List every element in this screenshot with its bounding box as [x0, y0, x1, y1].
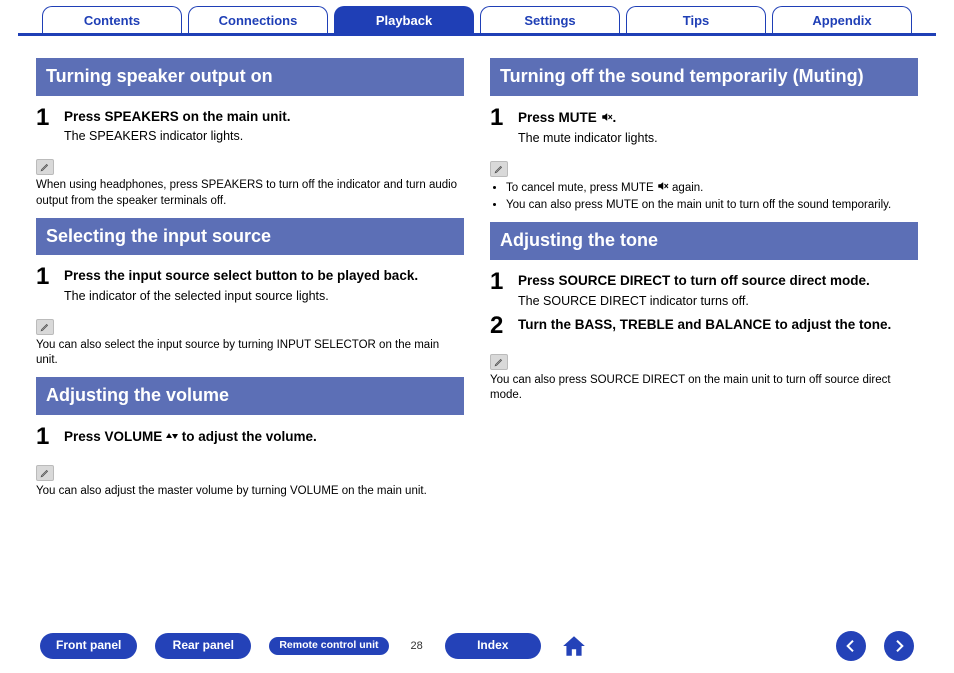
step-number: 1 — [36, 425, 54, 449]
step-number: 1 — [36, 265, 54, 303]
step-title-pre: Press MUTE — [518, 110, 601, 125]
step-body: Press SPEAKERS on the main unit. The SPE… — [64, 106, 464, 144]
step-desc: The indicator of the selected input sour… — [64, 289, 464, 303]
step-title: Turn the BASS, TREBLE and BALANCE to adj… — [518, 317, 918, 334]
section-heading: Adjusting the volume — [36, 377, 464, 415]
step: 2 Turn the BASS, TREBLE and BALANCE to a… — [490, 314, 918, 338]
bullet-post: again. — [669, 182, 704, 194]
step: 1 Press SOURCE DIRECT to turn off source… — [490, 270, 918, 308]
step-body: Press MUTE . The mute indicator lights. — [518, 106, 918, 145]
tab-connections[interactable]: Connections — [188, 6, 328, 33]
note-text: When using headphones, press SPEAKERS to… — [36, 178, 464, 209]
step-number: 1 — [490, 270, 508, 308]
note-text: You can also adjust the master volume by… — [36, 484, 464, 500]
tab-settings[interactable]: Settings — [480, 6, 620, 33]
mute-icon — [601, 110, 613, 125]
note-text: You can also select the input source by … — [36, 338, 464, 369]
front-panel-button[interactable]: Front panel — [40, 633, 137, 658]
bottom-bar: Front panel Rear panel Remote control un… — [0, 631, 954, 661]
pencil-icon — [36, 159, 54, 175]
bullet-pre: To cancel mute, press MUTE — [506, 182, 657, 194]
step-body: Turn the BASS, TREBLE and BALANCE to adj… — [518, 314, 918, 338]
step-desc: The SPEAKERS indicator lights. — [64, 129, 464, 143]
volume-up-down-icon — [166, 429, 178, 444]
step-title-pre: Press VOLUME — [64, 429, 166, 444]
step-desc: The mute indicator lights. — [518, 131, 918, 145]
right-column: Turning off the sound temporarily (Mutin… — [490, 50, 918, 499]
section-heading: Adjusting the tone — [490, 222, 918, 260]
step-title-post: to adjust the volume. — [178, 429, 317, 444]
note-text: You can also press SOURCE DIRECT on the … — [490, 373, 918, 404]
tab-tips[interactable]: Tips — [626, 6, 766, 33]
step: 1 Press MUTE . The mute indicator lights… — [490, 106, 918, 145]
step-title: Press SOURCE DIRECT to turn off source d… — [518, 273, 918, 290]
mute-icon — [657, 182, 669, 194]
step-title: Press SPEAKERS on the main unit. — [64, 109, 464, 126]
step-number: 2 — [490, 314, 508, 338]
step-body: Press SOURCE DIRECT to turn off source d… — [518, 270, 918, 308]
top-tabs: Contents Connections Playback Settings T… — [18, 0, 936, 36]
pencil-icon — [36, 319, 54, 335]
note-bullets: To cancel mute, press MUTE again. You ca… — [490, 180, 918, 215]
step-body: Press the input source select button to … — [64, 265, 464, 303]
step: 1 Press the input source select button t… — [36, 265, 464, 303]
tab-playback[interactable]: Playback — [334, 6, 474, 33]
left-column: Turning speaker output on 1 Press SPEAKE… — [36, 50, 464, 499]
tab-contents[interactable]: Contents — [42, 6, 182, 33]
step-number: 1 — [36, 106, 54, 144]
step-title-post: . — [613, 110, 617, 125]
pencil-icon — [36, 465, 54, 481]
tab-appendix[interactable]: Appendix — [772, 6, 912, 33]
index-button[interactable]: Index — [445, 633, 541, 658]
pencil-icon — [490, 354, 508, 370]
step-number: 1 — [490, 106, 508, 145]
bullet: You can also press MUTE on the main unit… — [506, 197, 918, 214]
page-number: 28 — [407, 640, 427, 652]
section-heading: Turning off the sound temporarily (Mutin… — [490, 58, 918, 96]
content-columns: Turning speaker output on 1 Press SPEAKE… — [18, 36, 936, 499]
step-title: Press MUTE . — [518, 110, 616, 125]
prev-page-button[interactable] — [836, 631, 866, 661]
home-icon[interactable] — [559, 631, 589, 661]
step-title: Press VOLUME to adjust the volume. — [64, 429, 317, 444]
section-heading: Selecting the input source — [36, 218, 464, 256]
pencil-icon — [490, 161, 508, 177]
step-body: Press VOLUME to adjust the volume. — [64, 425, 464, 449]
remote-control-button[interactable]: Remote control unit — [269, 637, 388, 655]
next-page-button[interactable] — [884, 631, 914, 661]
rear-panel-button[interactable]: Rear panel — [155, 633, 251, 658]
step-desc: The SOURCE DIRECT indicator turns off. — [518, 294, 918, 308]
bullet: To cancel mute, press MUTE again. — [506, 180, 918, 197]
step-title: Press the input source select button to … — [64, 268, 464, 285]
step: 1 Press VOLUME to adjust the volume. — [36, 425, 464, 449]
section-heading: Turning speaker output on — [36, 58, 464, 96]
step: 1 Press SPEAKERS on the main unit. The S… — [36, 106, 464, 144]
